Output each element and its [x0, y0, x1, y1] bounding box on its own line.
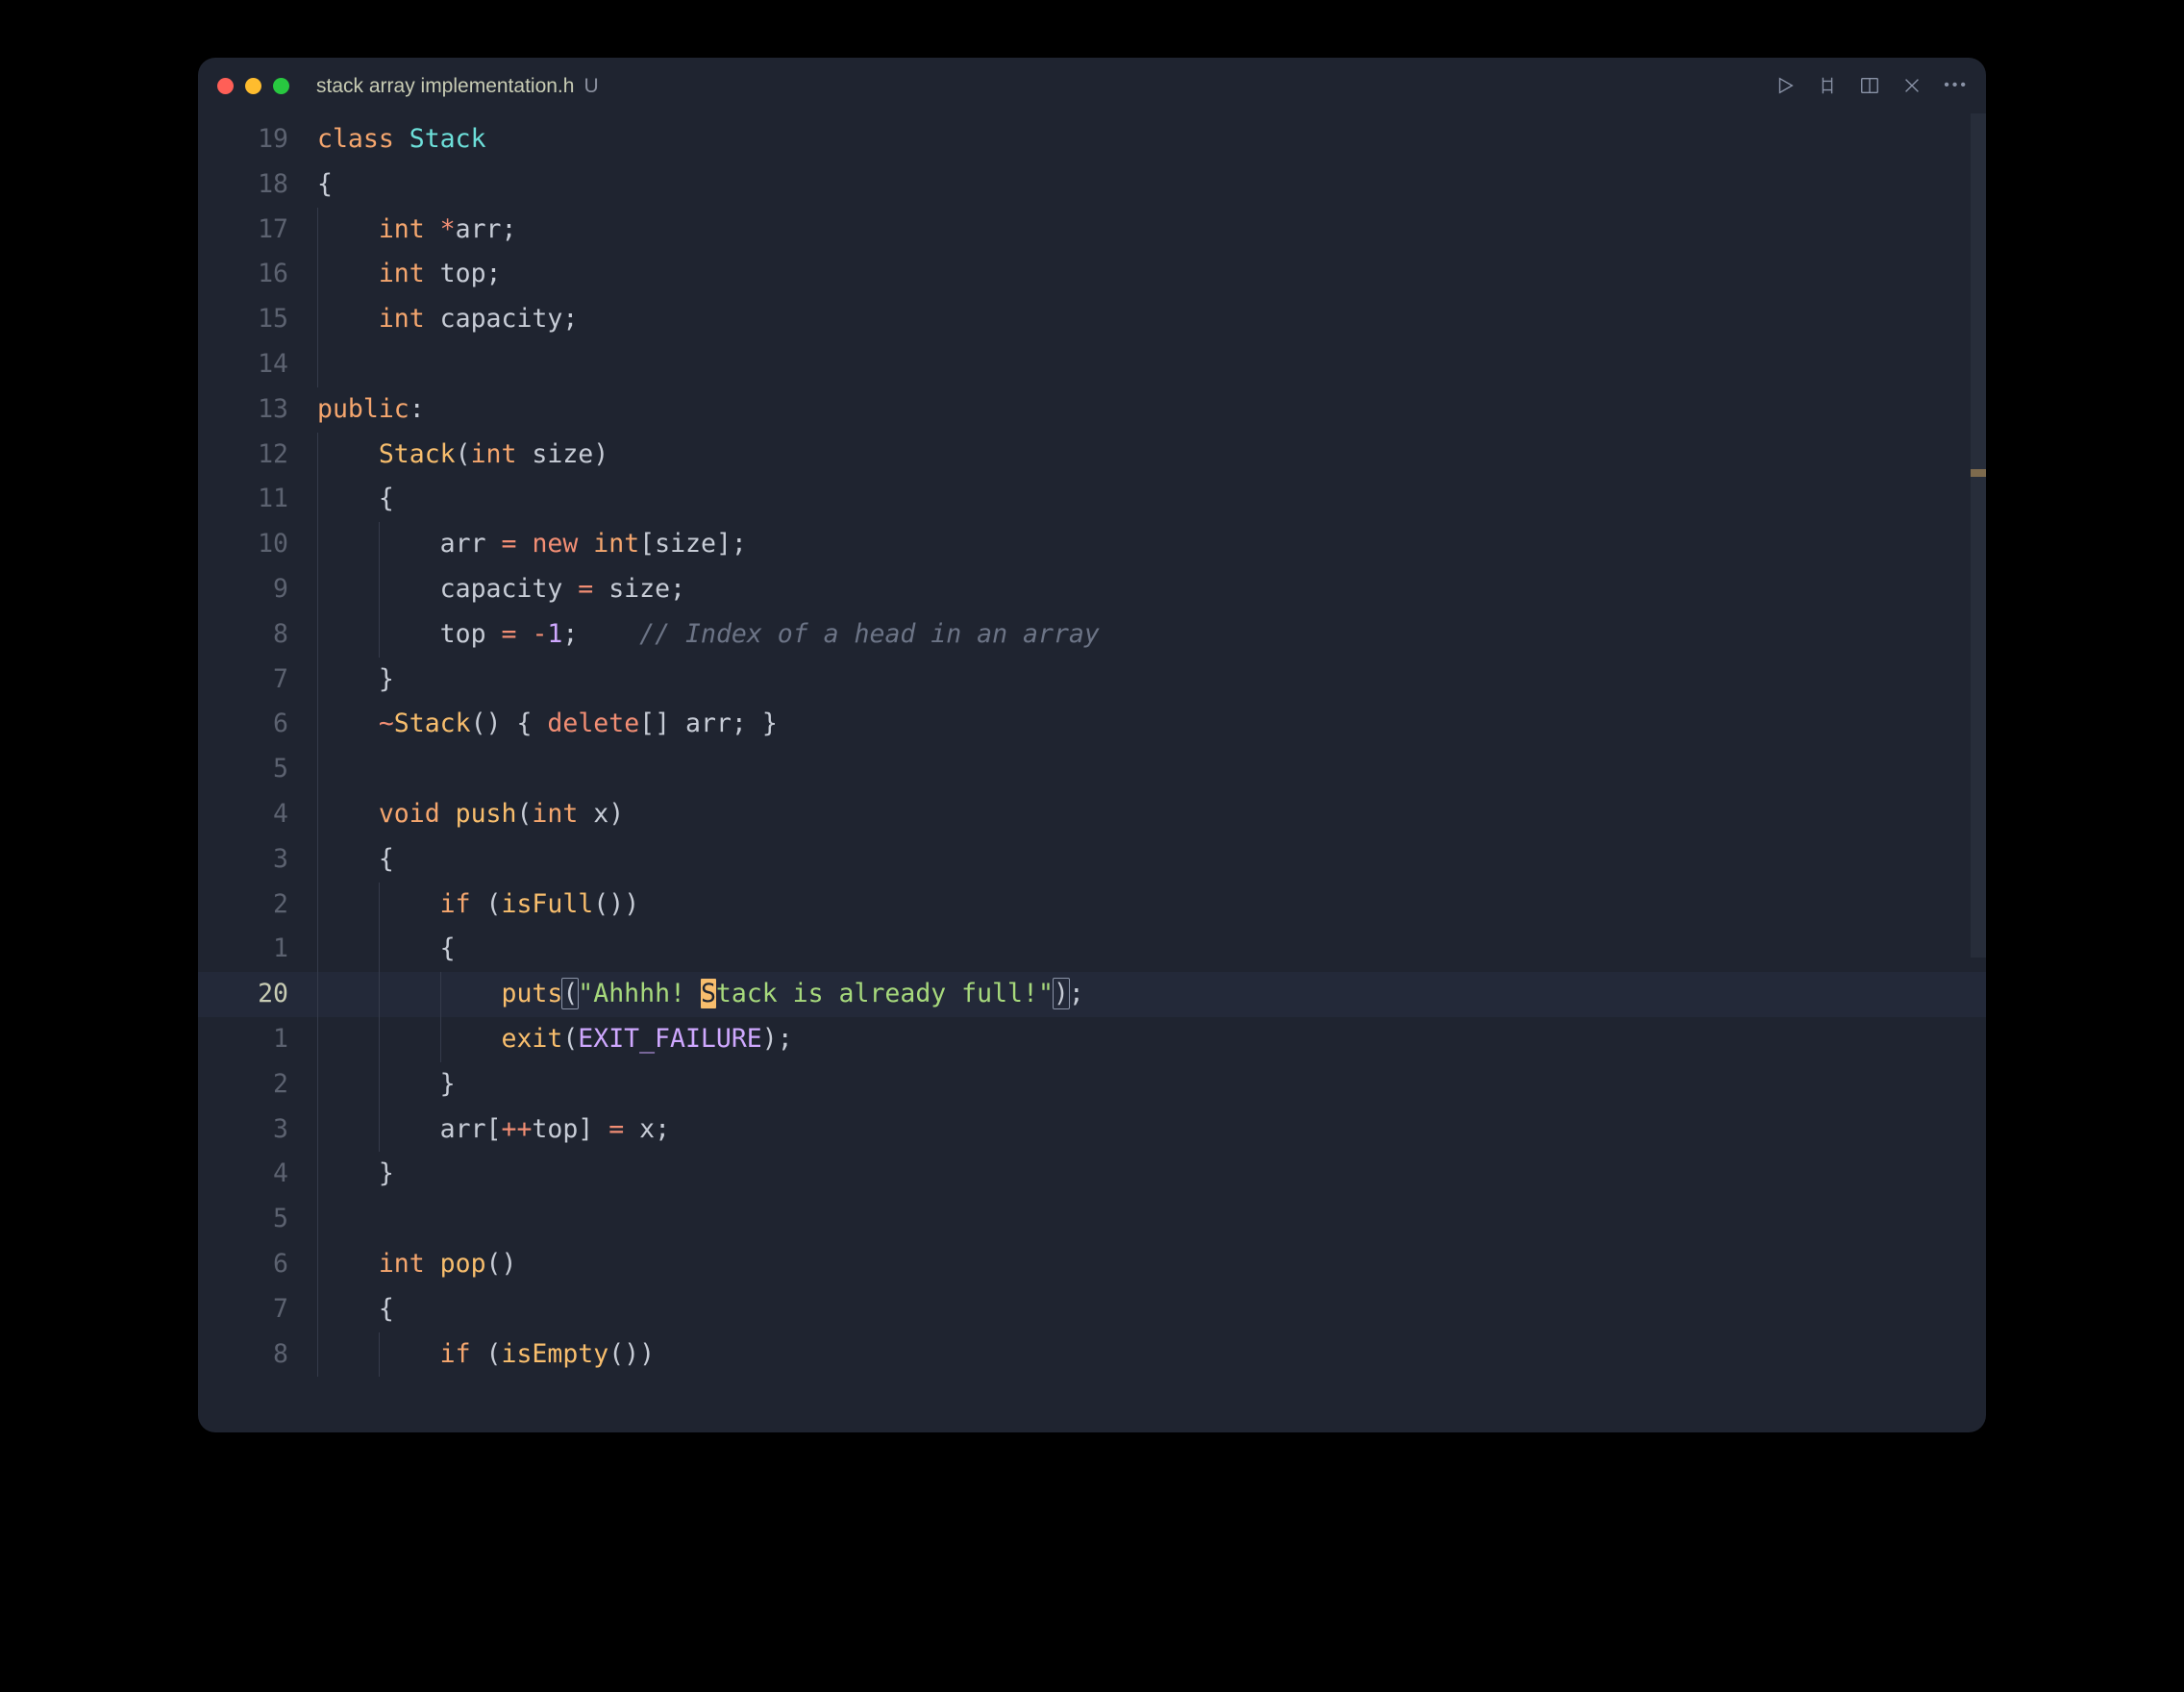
line-number: 14	[198, 342, 317, 387]
code-line: 3 arr[++top] = x;	[198, 1107, 1986, 1153]
editor-toolbar: •••	[1774, 75, 1969, 96]
line-number: 18	[198, 162, 317, 208]
code-line: 8 top = -1; // Index of a head in an arr…	[198, 612, 1986, 658]
line-number: 10	[198, 522, 317, 567]
titlebar: stack array implementation.h U •••	[198, 58, 1986, 113]
compare-icon[interactable]	[1817, 75, 1838, 96]
line-number: 6	[198, 1242, 317, 1287]
code-line: 5	[198, 747, 1986, 792]
line-number: 3	[198, 837, 317, 883]
line-number: 12	[198, 433, 317, 478]
zoom-window-button[interactable]	[273, 78, 289, 94]
code-line: 5	[198, 1197, 1986, 1242]
line-number: 8	[198, 612, 317, 658]
minimize-window-button[interactable]	[245, 78, 261, 94]
matched-bracket-close: )	[1053, 978, 1070, 1009]
code-line: 13 public:	[198, 387, 1986, 433]
code-line: 12 Stack(int size)	[198, 433, 1986, 478]
close-window-button[interactable]	[217, 78, 234, 94]
search-highlight: S	[701, 979, 716, 1008]
tab-filename: stack array implementation.h	[316, 76, 574, 96]
line-number: 5	[198, 1197, 317, 1242]
code-line: 16 int top;	[198, 252, 1986, 297]
line-number: 6	[198, 702, 317, 747]
tab-dirty-indicator: U	[583, 76, 598, 96]
line-number: 5	[198, 747, 317, 792]
active-tab[interactable]: stack array implementation.h U	[303, 58, 612, 113]
code-line: 8 if (isEmpty())	[198, 1332, 1986, 1378]
code-line: 2 }	[198, 1062, 1986, 1107]
line-number: 19	[198, 117, 317, 162]
code-line: 1 exit(EXIT_FAILURE);	[198, 1017, 1986, 1062]
code-lines: 19 class Stack 18 { 17 int *arr; 16 int …	[198, 113, 1986, 1377]
split-editor-icon[interactable]	[1859, 75, 1880, 96]
line-number: 4	[198, 1152, 317, 1197]
line-number: 8	[198, 1332, 317, 1378]
line-number: 7	[198, 1287, 317, 1332]
line-number: 2	[198, 883, 317, 928]
code-line: 17 int *arr;	[198, 208, 1986, 253]
code-line: 2 if (isFull())	[198, 883, 1986, 928]
line-number: 7	[198, 658, 317, 703]
code-line: 4 void push(int x)	[198, 792, 1986, 837]
line-number: 11	[198, 477, 317, 522]
code-line-current: 20 puts("Ahhhh! Stack is already full!")…	[198, 972, 1986, 1017]
code-line: 15 int capacity;	[198, 297, 1986, 342]
code-line: 14	[198, 342, 1986, 387]
line-number: 13	[198, 387, 317, 433]
line-number: 1	[198, 1017, 317, 1062]
line-number: 4	[198, 792, 317, 837]
code-line: 4 }	[198, 1152, 1986, 1197]
close-icon[interactable]	[1901, 75, 1923, 96]
line-number: 9	[198, 567, 317, 612]
code-line: 11 {	[198, 477, 1986, 522]
code-line: 6 ~Stack() { delete[] arr; }	[198, 702, 1986, 747]
code-line: 10 arr = new int[size];	[198, 522, 1986, 567]
editor-window: stack array implementation.h U •••	[198, 58, 1986, 1432]
run-icon[interactable]	[1774, 75, 1796, 96]
line-number: 16	[198, 252, 317, 297]
line-number: 3	[198, 1107, 317, 1153]
code-line: 7 {	[198, 1287, 1986, 1332]
line-number: 2	[198, 1062, 317, 1107]
line-number: 20	[198, 972, 317, 1017]
line-number: 15	[198, 297, 317, 342]
line-number: 1	[198, 927, 317, 972]
code-line: 9 capacity = size;	[198, 567, 1986, 612]
line-number: 17	[198, 208, 317, 253]
code-line: 1 {	[198, 927, 1986, 972]
code-line: 18 {	[198, 162, 1986, 208]
matched-bracket-open: (	[561, 978, 579, 1009]
code-line: 3 {	[198, 837, 1986, 883]
code-line: 6 int pop()	[198, 1242, 1986, 1287]
code-line: 7 }	[198, 658, 1986, 703]
window-controls	[217, 78, 289, 94]
more-icon[interactable]: •••	[1944, 77, 1969, 94]
code-editor[interactable]: 19 class Stack 18 { 17 int *arr; 16 int …	[198, 113, 1986, 1432]
code-line: 19 class Stack	[198, 117, 1986, 162]
